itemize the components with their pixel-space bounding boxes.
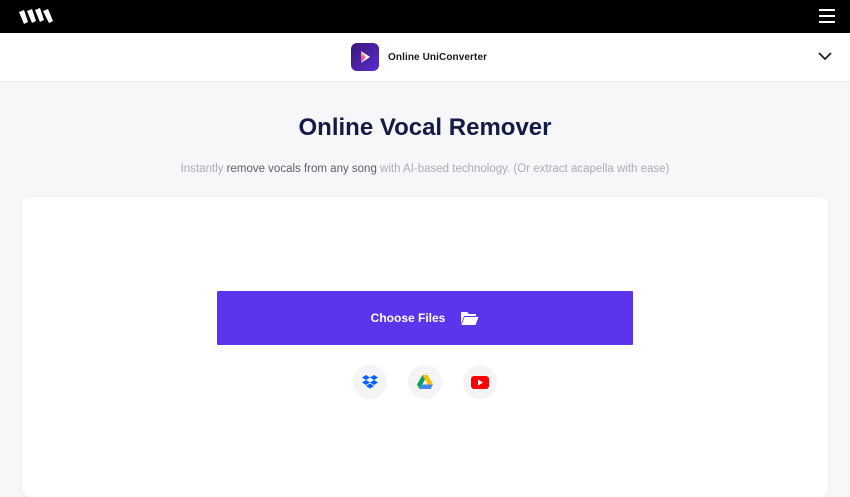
choose-files-button[interactable]: Choose Files <box>217 291 633 345</box>
page-title: Online Vocal Remover <box>298 114 552 141</box>
google-drive-icon <box>417 375 433 389</box>
youtube-upload-button[interactable] <box>463 365 497 399</box>
dropbox-upload-button[interactable] <box>353 365 387 399</box>
product-name: Online UniConverter <box>388 51 488 63</box>
subtitle-text-end: with AI-based technology. (Or extract ac… <box>376 163 670 175</box>
folder-open-icon <box>461 312 479 325</box>
google-drive-upload-button[interactable] <box>408 365 442 399</box>
product-switcher-link[interactable]: Online UniConverter <box>351 43 487 71</box>
wondershare-logo-icon[interactable] <box>19 8 53 26</box>
top-navigation-bar <box>0 0 850 33</box>
uniconverter-app-icon <box>351 43 379 71</box>
dropbox-icon <box>362 375 378 389</box>
youtube-icon <box>471 375 489 389</box>
product-navigation-bar: Online UniConverter <box>0 33 850 82</box>
hamburger-menu-icon[interactable] <box>818 8 836 24</box>
upload-card: Choose Files <box>22 197 828 497</box>
choose-files-label: Choose Files <box>370 311 446 325</box>
subtitle-highlight: remove vocals from any song <box>226 163 377 175</box>
chevron-down-icon[interactable] <box>818 51 832 61</box>
subtitle-text-start: Instantly <box>180 163 227 175</box>
page-subtitle: Instantly remove vocals from any song wi… <box>0 163 850 175</box>
